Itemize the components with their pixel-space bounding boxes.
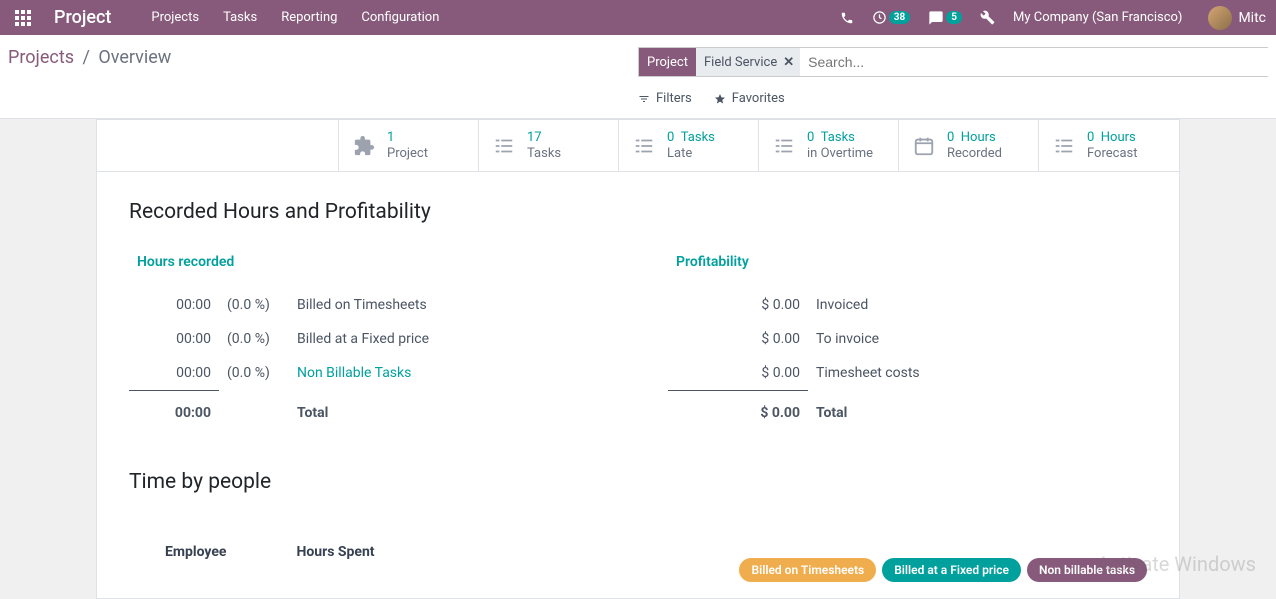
pill-non-billable[interactable]: Non billable tasks — [1027, 558, 1147, 582]
avatar — [1208, 6, 1232, 30]
pill-billed-timesheets[interactable]: Billed on Timesheets — [739, 558, 876, 582]
filters-button[interactable]: Filters — [638, 91, 692, 106]
search-facet: Project Field Service ✕ — [639, 48, 800, 76]
list-icon — [633, 135, 655, 157]
star-icon — [714, 93, 726, 105]
user-name: Mitc — [1238, 10, 1266, 26]
legend-pills: Billed on Timesheets Billed at a Fixed p… — [739, 558, 1147, 582]
stat-hours-forecast[interactable]: 0 Hours Forecast — [1039, 120, 1179, 171]
time-by-people-title: Time by people — [129, 470, 271, 494]
table-total-row: $ 0.00 Total — [668, 391, 1147, 431]
non-billable-link[interactable]: Non Billable Tasks — [289, 356, 608, 391]
stat-tasks[interactable]: 17 Tasks — [479, 120, 619, 171]
table-row: $ 0.00 Timesheet costs — [668, 356, 1147, 391]
search-input[interactable] — [800, 54, 1268, 70]
section-title: Recorded Hours and Profitability — [129, 200, 1147, 224]
nav-tasks[interactable]: Tasks — [223, 10, 257, 25]
nav-configuration[interactable]: Configuration — [361, 10, 439, 25]
stat-tasks-overtime[interactable]: 0 Tasks in Overtime — [759, 120, 899, 171]
col-employee: Employee — [131, 536, 260, 568]
table-row: 00:00 (0.0 %) Billed on Timesheets — [129, 288, 608, 322]
facet-name: Project — [639, 48, 696, 76]
stat-hours-recorded[interactable]: 0 Hours Recorded — [899, 120, 1039, 171]
breadcrumb-current: Overview — [98, 47, 171, 68]
pill-billed-fixed[interactable]: Billed at a Fixed price — [882, 558, 1021, 582]
nav-projects[interactable]: Projects — [151, 10, 199, 25]
nav-links: Projects Tasks Reporting Configuration — [151, 10, 439, 25]
table-row: $ 0.00 To invoice — [668, 322, 1147, 356]
user-menu[interactable]: Mitc — [1200, 6, 1266, 30]
activities-badge: 38 — [889, 11, 910, 24]
list-icon — [1053, 135, 1075, 157]
nav-reporting[interactable]: Reporting — [281, 10, 337, 25]
favorites-button[interactable]: Favorites — [714, 91, 785, 106]
hours-recorded-title: Hours recorded — [129, 254, 608, 270]
messages-badge: 5 — [946, 11, 962, 24]
table-row: 00:00 (0.0 %) Billed at a Fixed price — [129, 322, 608, 356]
activities-icon[interactable]: 38 — [872, 10, 910, 25]
puzzle-icon — [353, 135, 375, 157]
stat-tasks-late[interactable]: 0 Tasks Late — [619, 120, 759, 171]
messages-icon[interactable]: 5 — [928, 10, 962, 26]
hours-table: 00:00 (0.0 %) Billed on Timesheets 00:00… — [129, 288, 608, 430]
topbar-right: 38 5 My Company (San Francisco) Mitc — [840, 6, 1266, 30]
facet-value: Field Service ✕ — [696, 48, 800, 76]
stats-row: 1 Project 17 Tasks 0 Tasks — [97, 120, 1179, 172]
breadcrumb-parent[interactable]: Projects — [8, 47, 74, 68]
profitability-title: Profitability — [668, 254, 1147, 270]
filter-icon — [638, 93, 650, 105]
search-box: Project Field Service ✕ — [638, 47, 1268, 77]
table-row: $ 0.00 Invoiced — [668, 288, 1147, 322]
breadcrumb: Projects / Overview — [8, 47, 638, 118]
company-selector[interactable]: My Company (San Francisco) — [1013, 10, 1182, 25]
list-icon — [773, 135, 795, 157]
stat-project[interactable]: 1 Project — [339, 120, 479, 171]
col-hours-spent: Hours Spent — [262, 536, 408, 568]
list-icon — [493, 135, 515, 157]
profitability-table: $ 0.00 Invoiced $ 0.00 To invoice $ 0.00… — [668, 288, 1147, 430]
remove-facet-icon[interactable]: ✕ — [783, 55, 794, 70]
apps-icon[interactable] — [0, 0, 46, 35]
tools-icon[interactable] — [980, 10, 995, 25]
time-by-people-table: Employee Hours Spent — [129, 534, 411, 570]
phone-icon[interactable] — [840, 11, 854, 25]
table-row: 00:00 (0.0 %) Non Billable Tasks — [129, 356, 608, 391]
topbar: Project Projects Tasks Reporting Configu… — [0, 0, 1276, 35]
app-brand[interactable]: Project — [54, 7, 111, 28]
calendar-icon — [913, 135, 935, 157]
table-total-row: 00:00 Total — [129, 391, 608, 431]
